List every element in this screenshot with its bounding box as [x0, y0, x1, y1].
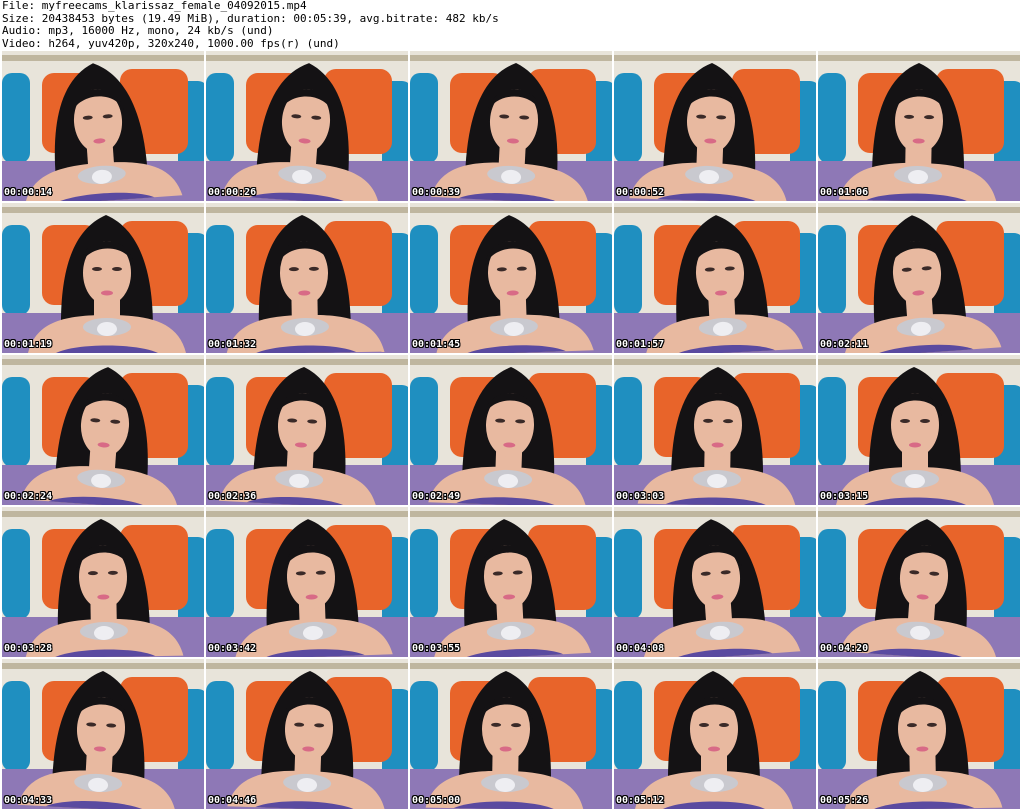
video-thumbnail: 00:04:20 — [818, 507, 1020, 657]
frame-image — [206, 203, 408, 353]
thumbnail-timestamp: 00:00:52 — [616, 187, 665, 198]
video-thumbnail: 00:00:26 — [206, 51, 408, 201]
video-thumbnail: 00:00:52 — [614, 51, 816, 201]
video-thumbnail: 00:01:32 — [206, 203, 408, 353]
thumbnail-timestamp: 00:00:14 — [4, 187, 53, 198]
video-thumbnail: 00:05:12 — [614, 659, 816, 809]
thumbnail-timestamp: 00:03:28 — [4, 643, 53, 654]
frame-image — [410, 659, 612, 809]
video-thumbnail: 00:02:24 — [2, 355, 204, 505]
frame-image — [2, 659, 204, 809]
video-thumbnail: 00:02:49 — [410, 355, 612, 505]
frame-image — [818, 51, 1020, 201]
frame-image — [818, 659, 1020, 809]
thumbnail-timestamp: 00:01:57 — [616, 339, 665, 350]
thumbnail-timestamp: 00:01:19 — [4, 339, 53, 350]
video-thumbnail: 00:01:57 — [614, 203, 816, 353]
frame-image — [2, 203, 204, 353]
thumbnail-timestamp: 00:04:08 — [616, 643, 665, 654]
thumbnail-timestamp: 00:03:42 — [208, 643, 257, 654]
thumbnail-timestamp: 00:01:45 — [412, 339, 461, 350]
thumbnail-timestamp: 00:05:12 — [616, 795, 665, 806]
thumbnail-timestamp: 00:01:32 — [208, 339, 257, 350]
frame-image — [206, 51, 408, 201]
thumbnail-grid: 00:00:14 00:00:26 00:00:39 00:00:52 00:01:06… — [2, 51, 1022, 809]
frame-image — [818, 203, 1020, 353]
frame-image — [818, 507, 1020, 657]
thumbnail-timestamp: 00:04:46 — [208, 795, 257, 806]
frame-image — [614, 355, 816, 505]
video-thumbnail: 00:02:11 — [818, 203, 1020, 353]
thumbnail-timestamp: 00:02:24 — [4, 491, 53, 502]
audio-info-line: Audio: mp3, 16000 Hz, mono, 24 kb/s (und… — [2, 24, 274, 37]
frame-image — [410, 355, 612, 505]
frame-image — [614, 51, 816, 201]
video-thumbnail: 00:03:55 — [410, 507, 612, 657]
thumbnail-timestamp: 00:03:55 — [412, 643, 461, 654]
frame-image — [410, 507, 612, 657]
video-thumbnail: 00:01:06 — [818, 51, 1020, 201]
frame-image — [614, 659, 816, 809]
thumbnail-timestamp: 00:03:15 — [820, 491, 869, 502]
video-thumbnail: 00:02:36 — [206, 355, 408, 505]
thumbnail-timestamp: 00:01:06 — [820, 187, 869, 198]
thumbnail-timestamp: 00:04:20 — [820, 643, 869, 654]
frame-image — [206, 355, 408, 505]
frame-image — [206, 507, 408, 657]
video-thumbnail: 00:01:19 — [2, 203, 204, 353]
frame-image — [2, 507, 204, 657]
thumbnail-timestamp: 00:00:26 — [208, 187, 257, 198]
frame-image — [206, 659, 408, 809]
video-thumbnail: 00:03:03 — [614, 355, 816, 505]
video-thumbnail: 00:05:00 — [410, 659, 612, 809]
video-thumbnail: 00:03:15 — [818, 355, 1020, 505]
video-thumbnail: 00:05:26 — [818, 659, 1020, 809]
thumbnail-timestamp: 00:04:33 — [4, 795, 53, 806]
thumbnail-timestamp: 00:05:00 — [412, 795, 461, 806]
video-thumbnail: 00:04:46 — [206, 659, 408, 809]
video-thumbnail: 00:03:42 — [206, 507, 408, 657]
video-info-line: Video: h264, yuv420p, 320x240, 1000.00 f… — [2, 36, 340, 50]
frame-image — [614, 203, 816, 353]
thumbnail-timestamp: 00:03:03 — [616, 491, 665, 502]
frame-image — [410, 203, 612, 353]
frame-image — [2, 355, 204, 505]
video-thumbnail: 00:03:28 — [2, 507, 204, 657]
frame-image — [614, 507, 816, 657]
thumbnail-timestamp: 00:00:39 — [412, 187, 461, 198]
video-thumbnail: 00:01:45 — [410, 203, 612, 353]
thumbnail-timestamp: 00:02:49 — [412, 491, 461, 502]
thumbnail-timestamp: 00:05:26 — [820, 795, 869, 806]
frame-image — [2, 51, 204, 201]
frame-image — [818, 355, 1020, 505]
file-name-line: File: myfreecams_klarissaz_female_040920… — [2, 0, 307, 12]
video-info-header: File: myfreecams_klarissaz_female_040920… — [2, 0, 1022, 52]
video-thumbnail: 00:00:39 — [410, 51, 612, 201]
frame-image — [410, 51, 612, 201]
video-thumbnail: 00:04:08 — [614, 507, 816, 657]
video-thumbnail: 00:04:33 — [2, 659, 204, 809]
video-thumbnail: 00:00:14 — [2, 51, 204, 201]
thumbnail-timestamp: 00:02:11 — [820, 339, 869, 350]
thumbnail-timestamp: 00:02:36 — [208, 491, 257, 502]
